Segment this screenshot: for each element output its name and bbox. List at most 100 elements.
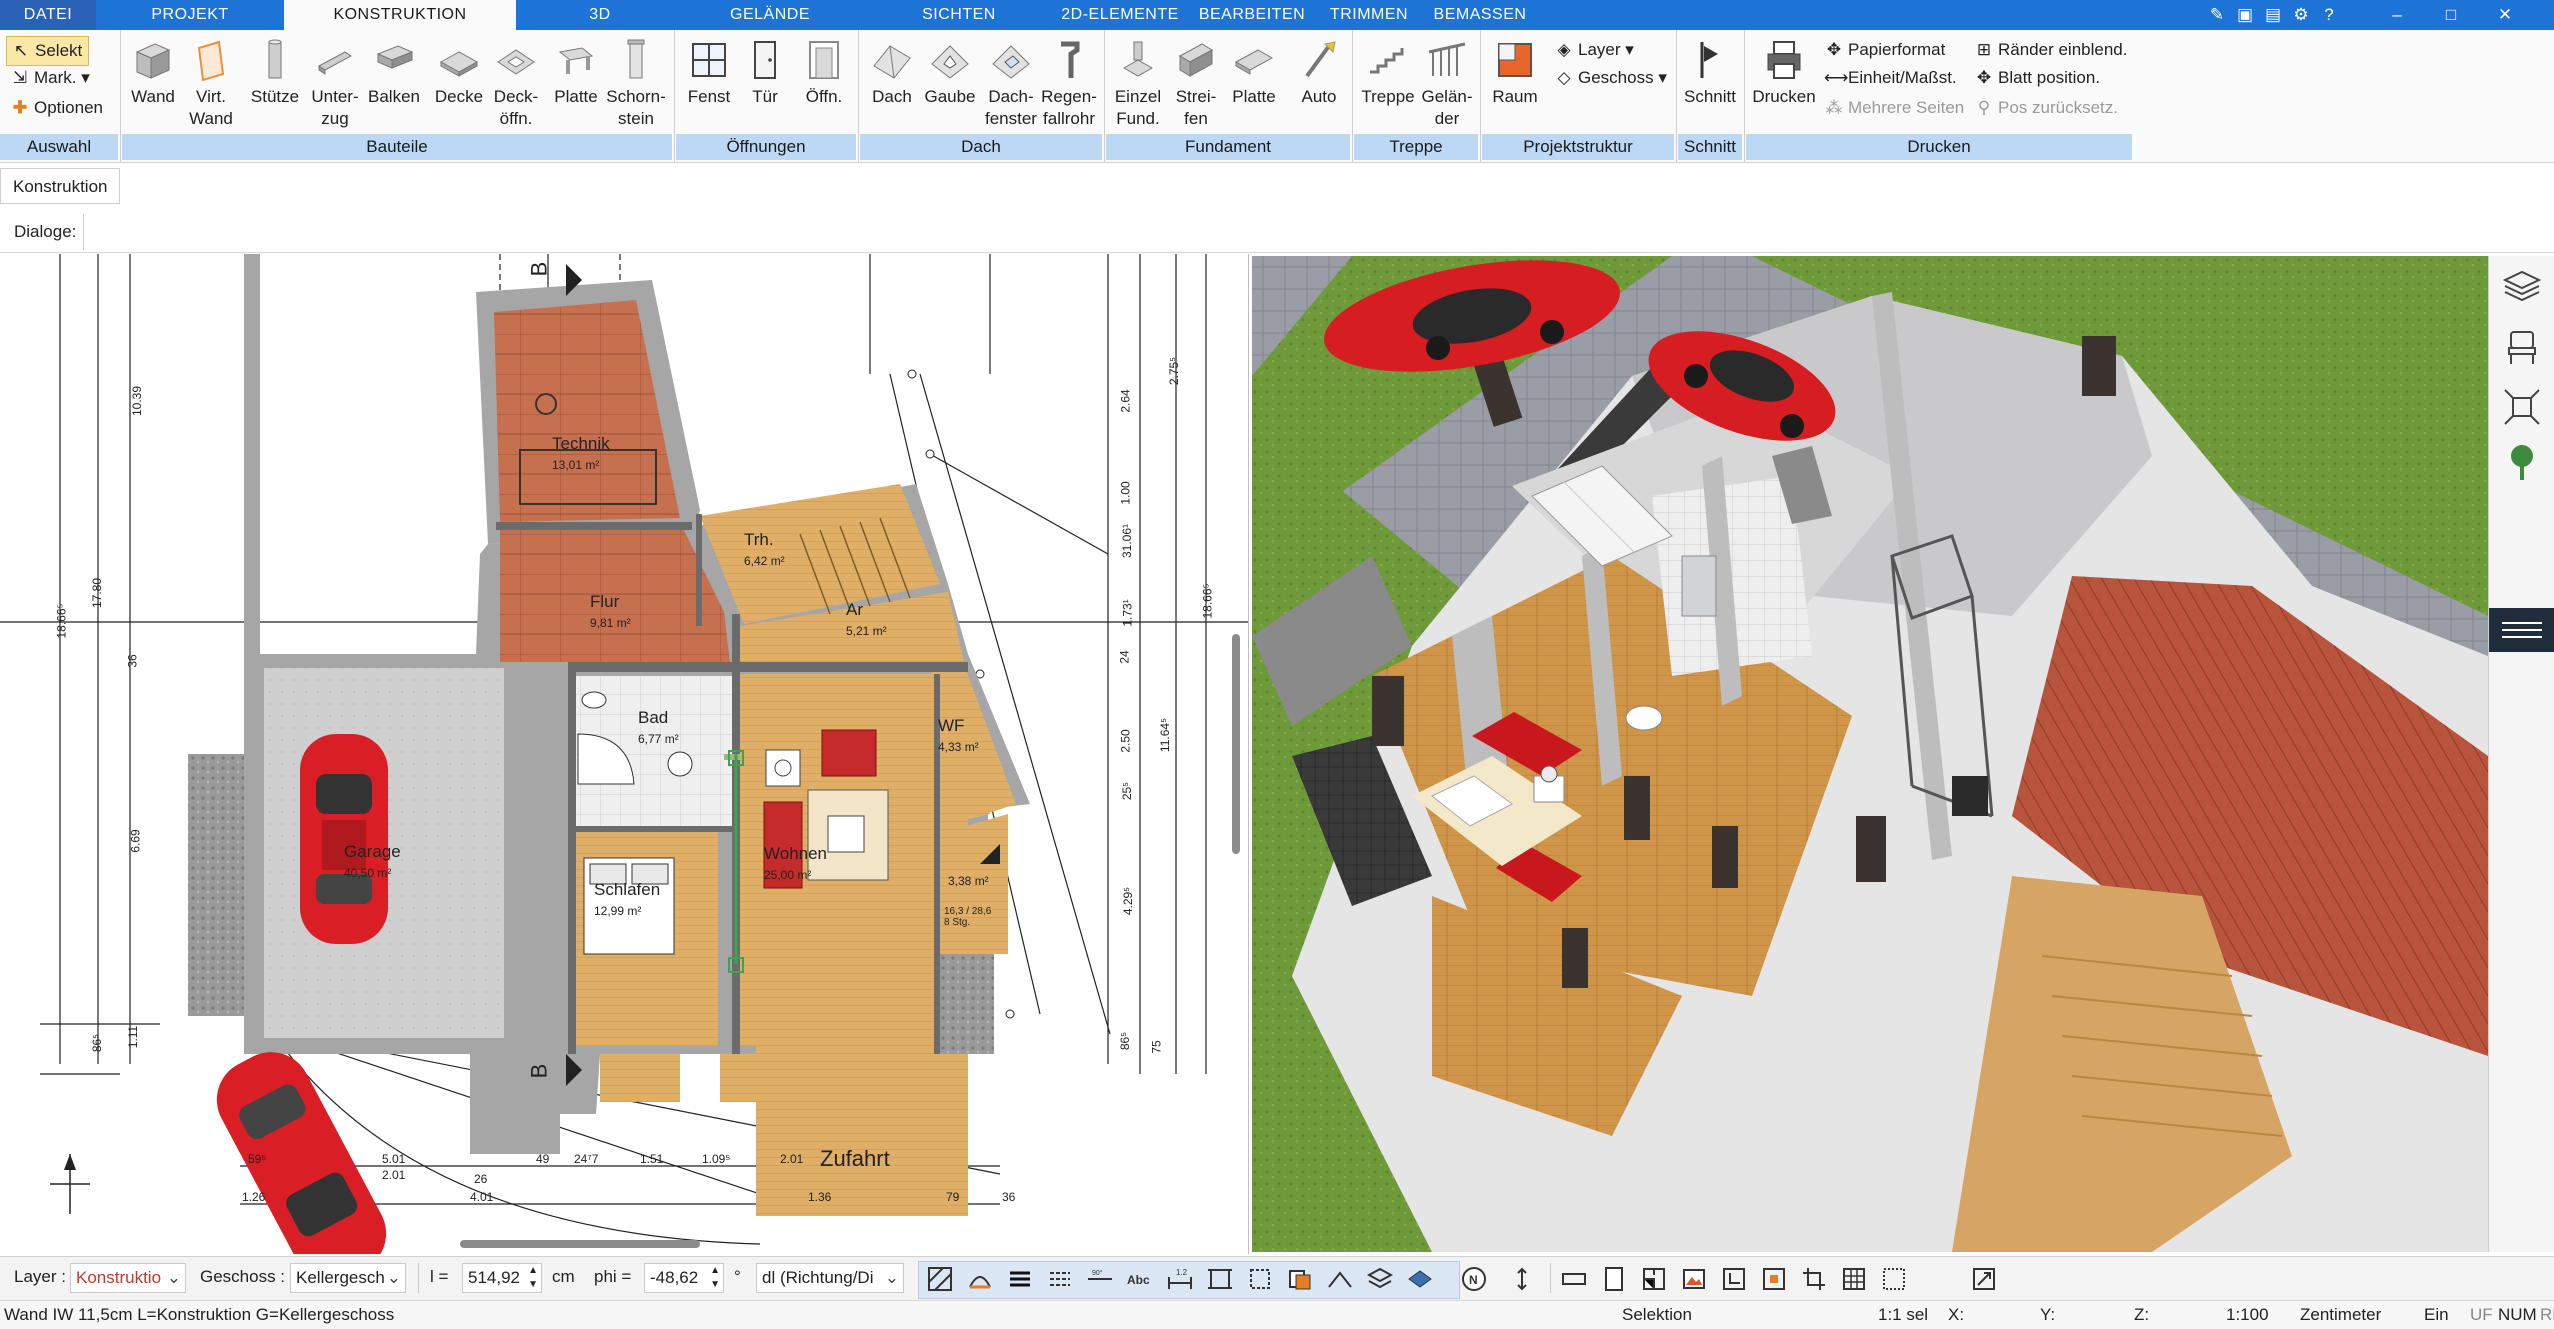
fenster-button[interactable]: Fenst [682,38,736,108]
geschoss-select[interactable]: Kellergesch ⌄ [290,1263,406,1293]
spinner-icon[interactable]: ▲ ▼ [710,1264,720,1292]
3d-view[interactable] [1252,256,2488,1252]
image-icon[interactable] [1680,1265,1708,1293]
virt-wand-button[interactable]: Virt. Wand [184,38,238,130]
treppe-button[interactable]: Treppe [1356,38,1420,108]
chair-icon[interactable] [2501,326,2543,368]
north-icon[interactable]: N [1460,1265,1488,1293]
railing-icon [1428,42,1466,76]
dachfenster-button[interactable]: Dach- fenster [980,38,1042,130]
einzelfundament-button[interactable]: Einzel Fund. [1108,38,1168,130]
plane-icon[interactable] [1406,1265,1434,1293]
gaube-button[interactable]: Gaube [922,38,978,108]
mark-button[interactable]: ⇲ Mark. ▾ [10,64,90,92]
schornstein-button[interactable]: Schorn- stein [604,38,668,130]
line-weight-icon[interactable] [1006,1265,1034,1293]
save-icon[interactable]: ▤ [2262,4,2284,26]
snap-icon[interactable] [1326,1265,1354,1293]
geschoss-button[interactable]: ◇ Geschoss ▾ [1554,64,1666,92]
auto-button[interactable]: Auto [1290,38,1348,108]
oeffnung-button[interactable]: Öffn. [796,38,852,108]
tab-gelaende[interactable]: GELÄNDE [700,0,840,30]
tab-projekt[interactable]: PROJEKT [124,0,256,30]
floorplan-icon[interactable] [1640,1265,1668,1293]
minimize-icon[interactable]: – [2386,4,2408,26]
chevron-down-icon: ⌄ [166,1268,181,1287]
dim-label: 18.66⁵ [1200,583,1215,619]
length-input[interactable]: 514,92 ▲ ▼ [462,1263,542,1293]
balken-button[interactable]: Balken [364,38,424,108]
schnitt-button[interactable]: Schnitt [1680,38,1740,108]
deckoeffn-button[interactable]: Deck- öffn. [488,38,544,130]
dach-button[interactable]: Dach [864,38,920,108]
tools-icon[interactable]: ✎ [2206,4,2228,26]
stuetze-button[interactable]: Stütze [246,38,304,108]
raender-button[interactable]: ⊞ Ränder einblend. [1974,36,2128,64]
fundament-platte-button[interactable]: Platte [1224,38,1284,108]
unterzug-button[interactable]: Unter- zug [306,38,364,130]
grid-icon[interactable] [1840,1265,1868,1293]
schornstein-label-2: stein [618,109,654,128]
phi-input[interactable]: -48,62 ▲ ▼ [644,1263,724,1293]
folder-icon[interactable]: ▣ [2234,4,2256,26]
close-icon[interactable]: ✕ [2494,4,2516,26]
selekt-button[interactable]: ↖ Selekt [6,36,90,66]
view-fit-icon[interactable] [2501,386,2543,428]
drucken-button[interactable]: Drucken [1748,38,1820,108]
platte-button[interactable]: Platte [548,38,604,108]
tab-datei[interactable]: DATEI [0,0,96,30]
menu-handle[interactable] [2489,608,2554,652]
spinner-icon[interactable]: ▲ ▼ [528,1264,538,1292]
layer-select[interactable]: Konstruktio ⌄ [70,1263,186,1293]
papierformat-button[interactable]: ✥ Papierformat [1824,36,1945,64]
arc-icon[interactable] [966,1265,994,1293]
wand-button[interactable]: Wand [124,38,182,108]
arrows-vertical-icon[interactable] [1508,1265,1536,1293]
frame-icon[interactable] [1206,1265,1234,1293]
streifen-button[interactable]: Strei- fen [1168,38,1224,130]
blatt-position-button[interactable]: ✥ Blatt position. [1974,64,2100,92]
regenfallrohr-label-1: Regen- [1041,87,1097,106]
tab-trimmen[interactable]: TRIMMEN [1320,0,1418,30]
pick-icon[interactable] [1970,1265,1998,1293]
svg-text:N: N [1469,1273,1478,1287]
divider [0,252,2554,253]
grid-angle-icon[interactable]: 90° [1086,1265,1114,1293]
tab-bemassen[interactable]: BEMASSEN [1424,0,1536,30]
page-icon[interactable] [1600,1265,1628,1293]
select-frame-icon[interactable] [1246,1265,1274,1293]
raum-button[interactable]: Raum [1486,38,1544,108]
window-element-icon[interactable] [1560,1265,1588,1293]
tab-3d[interactable]: 3D [560,0,640,30]
dotted-grid-icon[interactable] [1880,1265,1908,1293]
copy-icon[interactable] [1286,1265,1314,1293]
text-abc-icon[interactable]: Abc [1126,1265,1154,1293]
layer-stack-icon[interactable] [1366,1265,1394,1293]
tree-icon[interactable] [2501,442,2543,484]
floor-plan-2d-view[interactable]: Technik 13,01 m² Trh. 6,42 m² Flur 9,81 … [0,254,1249,1254]
object-icon[interactable] [1760,1265,1788,1293]
decke-button[interactable]: Decke [430,38,488,108]
tab-konstruktion[interactable]: KONSTRUKTION [284,0,516,30]
settings-icon[interactable]: ⚙ [2290,4,2312,26]
corner-icon[interactable] [1720,1265,1748,1293]
layer-button[interactable]: ◈ Layer ▾ [1554,36,1633,64]
pos-reset-button[interactable]: ⚲ Pos zurücksetz. [1974,94,2118,122]
dl-select[interactable]: dl (Richtung/Di ⌄ [756,1263,904,1293]
help-icon[interactable]: ? [2318,4,2340,26]
gelaender-button[interactable]: Gelän- der [1418,38,1476,130]
optionen-button[interactable]: ✚ Optionen [10,94,103,122]
tab-bearbeiten[interactable]: BEARBEITEN [1192,0,1312,30]
hatch-icon[interactable] [926,1265,954,1293]
maximize-icon[interactable]: □ [2440,4,2462,26]
einheit-button[interactable]: ⟷Einheit/Maßst. [1824,64,1957,92]
layers-icon[interactable] [2501,266,2543,308]
dimension-icon[interactable]: 1.2 [1166,1265,1194,1293]
tab-2d-elemente[interactable]: 2D-ELEMENTE [1050,0,1190,30]
crop-icon[interactable] [1800,1265,1828,1293]
tuer-button[interactable]: Tür [740,38,790,108]
line-style-icon[interactable] [1046,1265,1074,1293]
mehrere-seiten-button[interactable]: ⁂ Mehrere Seiten [1824,94,1965,122]
tab-sichten[interactable]: SICHTEN [894,0,1024,30]
regenfallrohr-button[interactable]: Regen- fallrohr [1038,38,1100,130]
